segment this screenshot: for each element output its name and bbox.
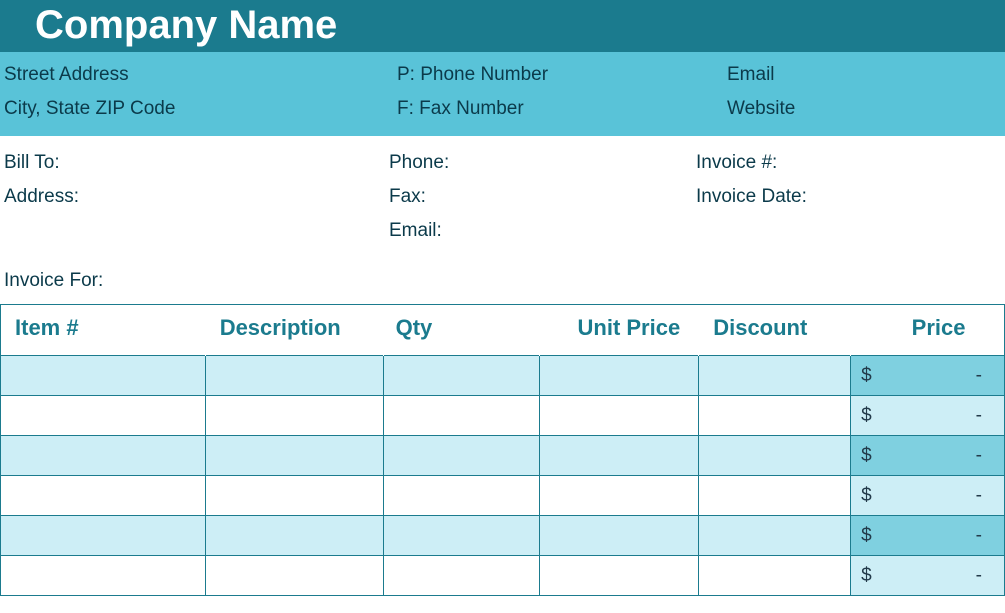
invoice-date-label: Invoice Date: xyxy=(696,180,1005,214)
bill-email-label: Email: xyxy=(389,214,696,248)
header-bar: Company Name xyxy=(0,0,1005,52)
cell-item[interactable] xyxy=(1,356,206,396)
price-value: - xyxy=(976,365,982,387)
company-phone: P: Phone Number xyxy=(397,58,727,92)
cell-description[interactable] xyxy=(205,556,383,596)
cell-description[interactable] xyxy=(205,436,383,476)
table-row: $- xyxy=(1,556,1005,596)
cell-price[interactable]: $- xyxy=(851,436,1005,476)
cell-discount[interactable] xyxy=(699,356,851,396)
cell-discount[interactable] xyxy=(699,476,851,516)
cell-price[interactable]: $- xyxy=(851,476,1005,516)
cell-qty[interactable] xyxy=(383,396,540,436)
items-table: Item # Description Qty Unit Price Discou… xyxy=(0,304,1005,596)
cell-description[interactable] xyxy=(205,476,383,516)
cell-qty[interactable] xyxy=(383,516,540,556)
price-value: - xyxy=(976,405,982,427)
company-name: Company Name xyxy=(35,5,337,45)
price-currency: $ xyxy=(861,525,872,547)
price-value: - xyxy=(976,565,982,587)
table-row: $- xyxy=(1,476,1005,516)
cell-unit_price[interactable] xyxy=(540,556,699,596)
company-city-state-zip: City, State ZIP Code xyxy=(4,92,397,126)
th-unit-price: Unit Price xyxy=(540,305,699,356)
bill-to-label: Bill To: xyxy=(4,146,389,180)
bill-details: Bill To: Phone: Invoice #: Address: Fax:… xyxy=(0,136,1005,248)
cell-description[interactable] xyxy=(205,356,383,396)
table-row: $- xyxy=(1,396,1005,436)
price-currency: $ xyxy=(861,365,872,387)
cell-discount[interactable] xyxy=(699,516,851,556)
cell-unit_price[interactable] xyxy=(540,476,699,516)
cell-item[interactable] xyxy=(1,476,206,516)
bill-fax-label: Fax: xyxy=(389,180,696,214)
cell-discount[interactable] xyxy=(699,396,851,436)
th-discount: Discount xyxy=(699,305,851,356)
price-value: - xyxy=(976,445,982,467)
table-header-row: Item # Description Qty Unit Price Discou… xyxy=(1,305,1005,356)
cell-item[interactable] xyxy=(1,556,206,596)
price-value: - xyxy=(976,485,982,507)
cell-discount[interactable] xyxy=(699,436,851,476)
cell-discount[interactable] xyxy=(699,556,851,596)
cell-qty[interactable] xyxy=(383,356,540,396)
cell-description[interactable] xyxy=(205,516,383,556)
cell-price[interactable]: $- xyxy=(851,516,1005,556)
cell-item[interactable] xyxy=(1,396,206,436)
cell-item[interactable] xyxy=(1,516,206,556)
company-info-band: Street Address P: Phone Number Email Cit… xyxy=(0,52,1005,136)
price-value: - xyxy=(976,525,982,547)
company-fax: F: Fax Number xyxy=(397,92,727,126)
price-currency: $ xyxy=(861,445,872,467)
invoice-no-label: Invoice #: xyxy=(696,146,1005,180)
company-email: Email xyxy=(727,58,1005,92)
cell-qty[interactable] xyxy=(383,436,540,476)
cell-price[interactable]: $- xyxy=(851,396,1005,436)
price-currency: $ xyxy=(861,565,872,587)
th-price: Price xyxy=(851,305,1005,356)
table-row: $- xyxy=(1,516,1005,556)
price-currency: $ xyxy=(861,485,872,507)
cell-price[interactable]: $- xyxy=(851,356,1005,396)
invoice-for-label: Invoice For: xyxy=(0,248,1005,304)
th-qty: Qty xyxy=(383,305,540,356)
cell-unit_price[interactable] xyxy=(540,516,699,556)
cell-unit_price[interactable] xyxy=(540,436,699,476)
table-row: $- xyxy=(1,356,1005,396)
cell-unit_price[interactable] xyxy=(540,356,699,396)
bill-address-label: Address: xyxy=(4,180,389,214)
cell-qty[interactable] xyxy=(383,476,540,516)
cell-price[interactable]: $- xyxy=(851,556,1005,596)
company-website: Website xyxy=(727,92,1005,126)
cell-item[interactable] xyxy=(1,436,206,476)
price-currency: $ xyxy=(861,405,872,427)
cell-description[interactable] xyxy=(205,396,383,436)
th-item: Item # xyxy=(1,305,206,356)
th-description: Description xyxy=(205,305,383,356)
table-row: $- xyxy=(1,436,1005,476)
bill-phone-label: Phone: xyxy=(389,146,696,180)
cell-qty[interactable] xyxy=(383,556,540,596)
cell-unit_price[interactable] xyxy=(540,396,699,436)
company-street: Street Address xyxy=(4,58,397,92)
